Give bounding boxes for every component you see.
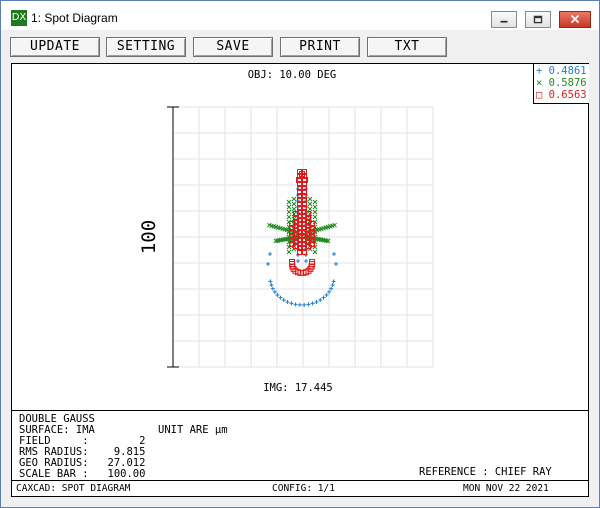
legend-wavelength: 0.5876 [548,77,587,89]
txt-button[interactable]: TXT [367,37,447,57]
square-marker-icon: □ [536,89,543,101]
spot-point-blue [289,301,294,306]
status-divider [12,480,588,481]
spot-point-blue [281,298,286,303]
spot-point-green [291,201,297,207]
close-icon [570,14,580,24]
spot-point-blue [314,299,319,304]
spot-point-blue [272,289,277,294]
spot-diagram-window: DX 1: Spot Diagram UPDATE SETTING SAVE P… [0,0,600,508]
spot-diagram-canvas: OBJ: 10.00 DEG IMG: 17.445 100 + 0.4861 … [11,63,589,497]
status-config: CONFIG: 1/1 [272,483,335,494]
legend-item-green: × 0.5876 [536,77,587,89]
legend-wavelength: 0.6563 [548,89,587,101]
window-title: 1: Spot Diagram [31,11,118,25]
scale-bar-value: SCALE BAR : 100.00 [19,468,146,480]
spot-point-blue [331,279,336,284]
spot-point-blue [318,298,323,303]
spot-point-blue [268,279,273,284]
spot-point-blue [304,259,308,263]
legend-item-red: □ 0.6563 [536,89,587,101]
spot-point-blue [324,292,329,297]
status-date: MON NOV 22 2021 [463,483,549,494]
maximize-icon [533,15,543,24]
spot-point-green [312,249,318,255]
info-divider [12,410,588,411]
spot-point-blue [278,295,283,300]
spot-point-green [312,214,318,220]
spot-point-blue [285,299,290,304]
spot-point-blue [306,302,311,307]
app-icon: DX [11,10,27,26]
maximize-button[interactable] [525,11,551,28]
spot-point-blue [321,295,326,300]
spot-point-green [286,214,292,220]
plus-marker-icon: + [536,65,543,77]
spot-point-blue [296,259,300,263]
spot-point-blue [297,302,302,307]
spot-point-green [286,204,292,210]
spot-point-green [307,206,313,212]
scale-bar-label: 100 [138,220,160,254]
minimize-icon [500,20,508,23]
setting-button[interactable]: SETTING [106,37,186,57]
spot-point-blue [270,286,275,291]
minimize-button[interactable] [491,11,517,28]
update-button[interactable]: UPDATE [10,37,100,57]
spot-point-blue [275,292,280,297]
legend-item-blue: + 0.4861 [536,65,587,77]
spot-point-blue [327,289,332,294]
img-label: IMG: 17.445 [263,382,333,394]
spot-point-blue [310,301,315,306]
spot-point-green [286,199,292,205]
spot-point-green [307,196,313,202]
obj-label: OBJ: 10.00 DEG [248,69,337,81]
spot-point-blue [269,283,274,288]
cross-marker-icon: × [536,77,543,89]
status-app: CAXCAD: SPOT DIAGRAM [16,483,131,494]
wavelength-legend: + 0.4861 × 0.5876 □ 0.6563 [533,64,589,104]
spot-point-blue [332,252,336,256]
close-button[interactable] [559,11,591,28]
legend-wavelength: 0.4861 [548,65,587,77]
spot-plot: OBJ: 10.00 DEG IMG: 17.445 100 [138,69,434,394]
spot-point-blue [330,283,335,288]
spot-point-blue [293,302,298,307]
print-button[interactable]: PRINT [280,37,360,57]
spot-point-green [307,201,313,207]
spot-point-blue [268,252,272,256]
spot-point-green [291,206,297,212]
spot-point-blue [329,286,334,291]
spot-point-green [291,196,297,202]
save-button[interactable]: SAVE [193,37,273,57]
toolbar: UPDATE SETTING SAVE PRINT TXT [1,30,599,60]
reference-label: REFERENCE : CHIEF RAY [419,466,552,478]
unit-label: UNIT ARE µm [158,424,228,436]
spot-point-green [312,204,318,210]
spot-point-green [286,249,292,255]
title-bar[interactable]: DX 1: Spot Diagram [1,1,599,30]
spot-point-green [312,199,318,205]
